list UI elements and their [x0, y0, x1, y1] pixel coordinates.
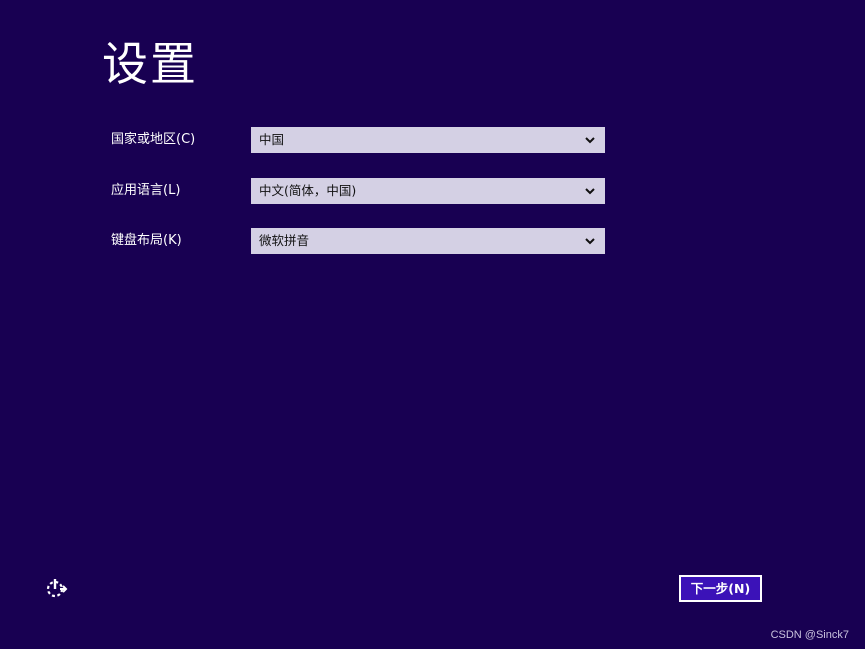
keyboard-layout-value: 微软拼音	[259, 233, 310, 248]
next-button[interactable]: 下一步(N)	[679, 575, 762, 602]
chevron-down-icon	[585, 188, 595, 195]
app-language-dropdown[interactable]: 中文(简体，中国)	[251, 178, 605, 204]
country-region-dropdown[interactable]: 中国	[251, 127, 605, 153]
chevron-down-icon	[585, 137, 595, 144]
app-language-value: 中文(简体，中国)	[259, 183, 357, 198]
country-region-label: 国家或地区(C)	[111, 132, 196, 147]
app-language-label: 应用语言(L)	[111, 183, 181, 198]
ease-of-access-icon[interactable]	[44, 577, 68, 601]
chevron-down-icon	[585, 238, 595, 245]
page-title: 设置	[102, 37, 198, 91]
country-region-value: 中国	[259, 132, 285, 147]
keyboard-layout-label: 键盘布局(K)	[111, 233, 182, 248]
watermark: CSDN @Sinck7	[770, 629, 849, 641]
keyboard-layout-dropdown[interactable]: 微软拼音	[251, 228, 605, 254]
